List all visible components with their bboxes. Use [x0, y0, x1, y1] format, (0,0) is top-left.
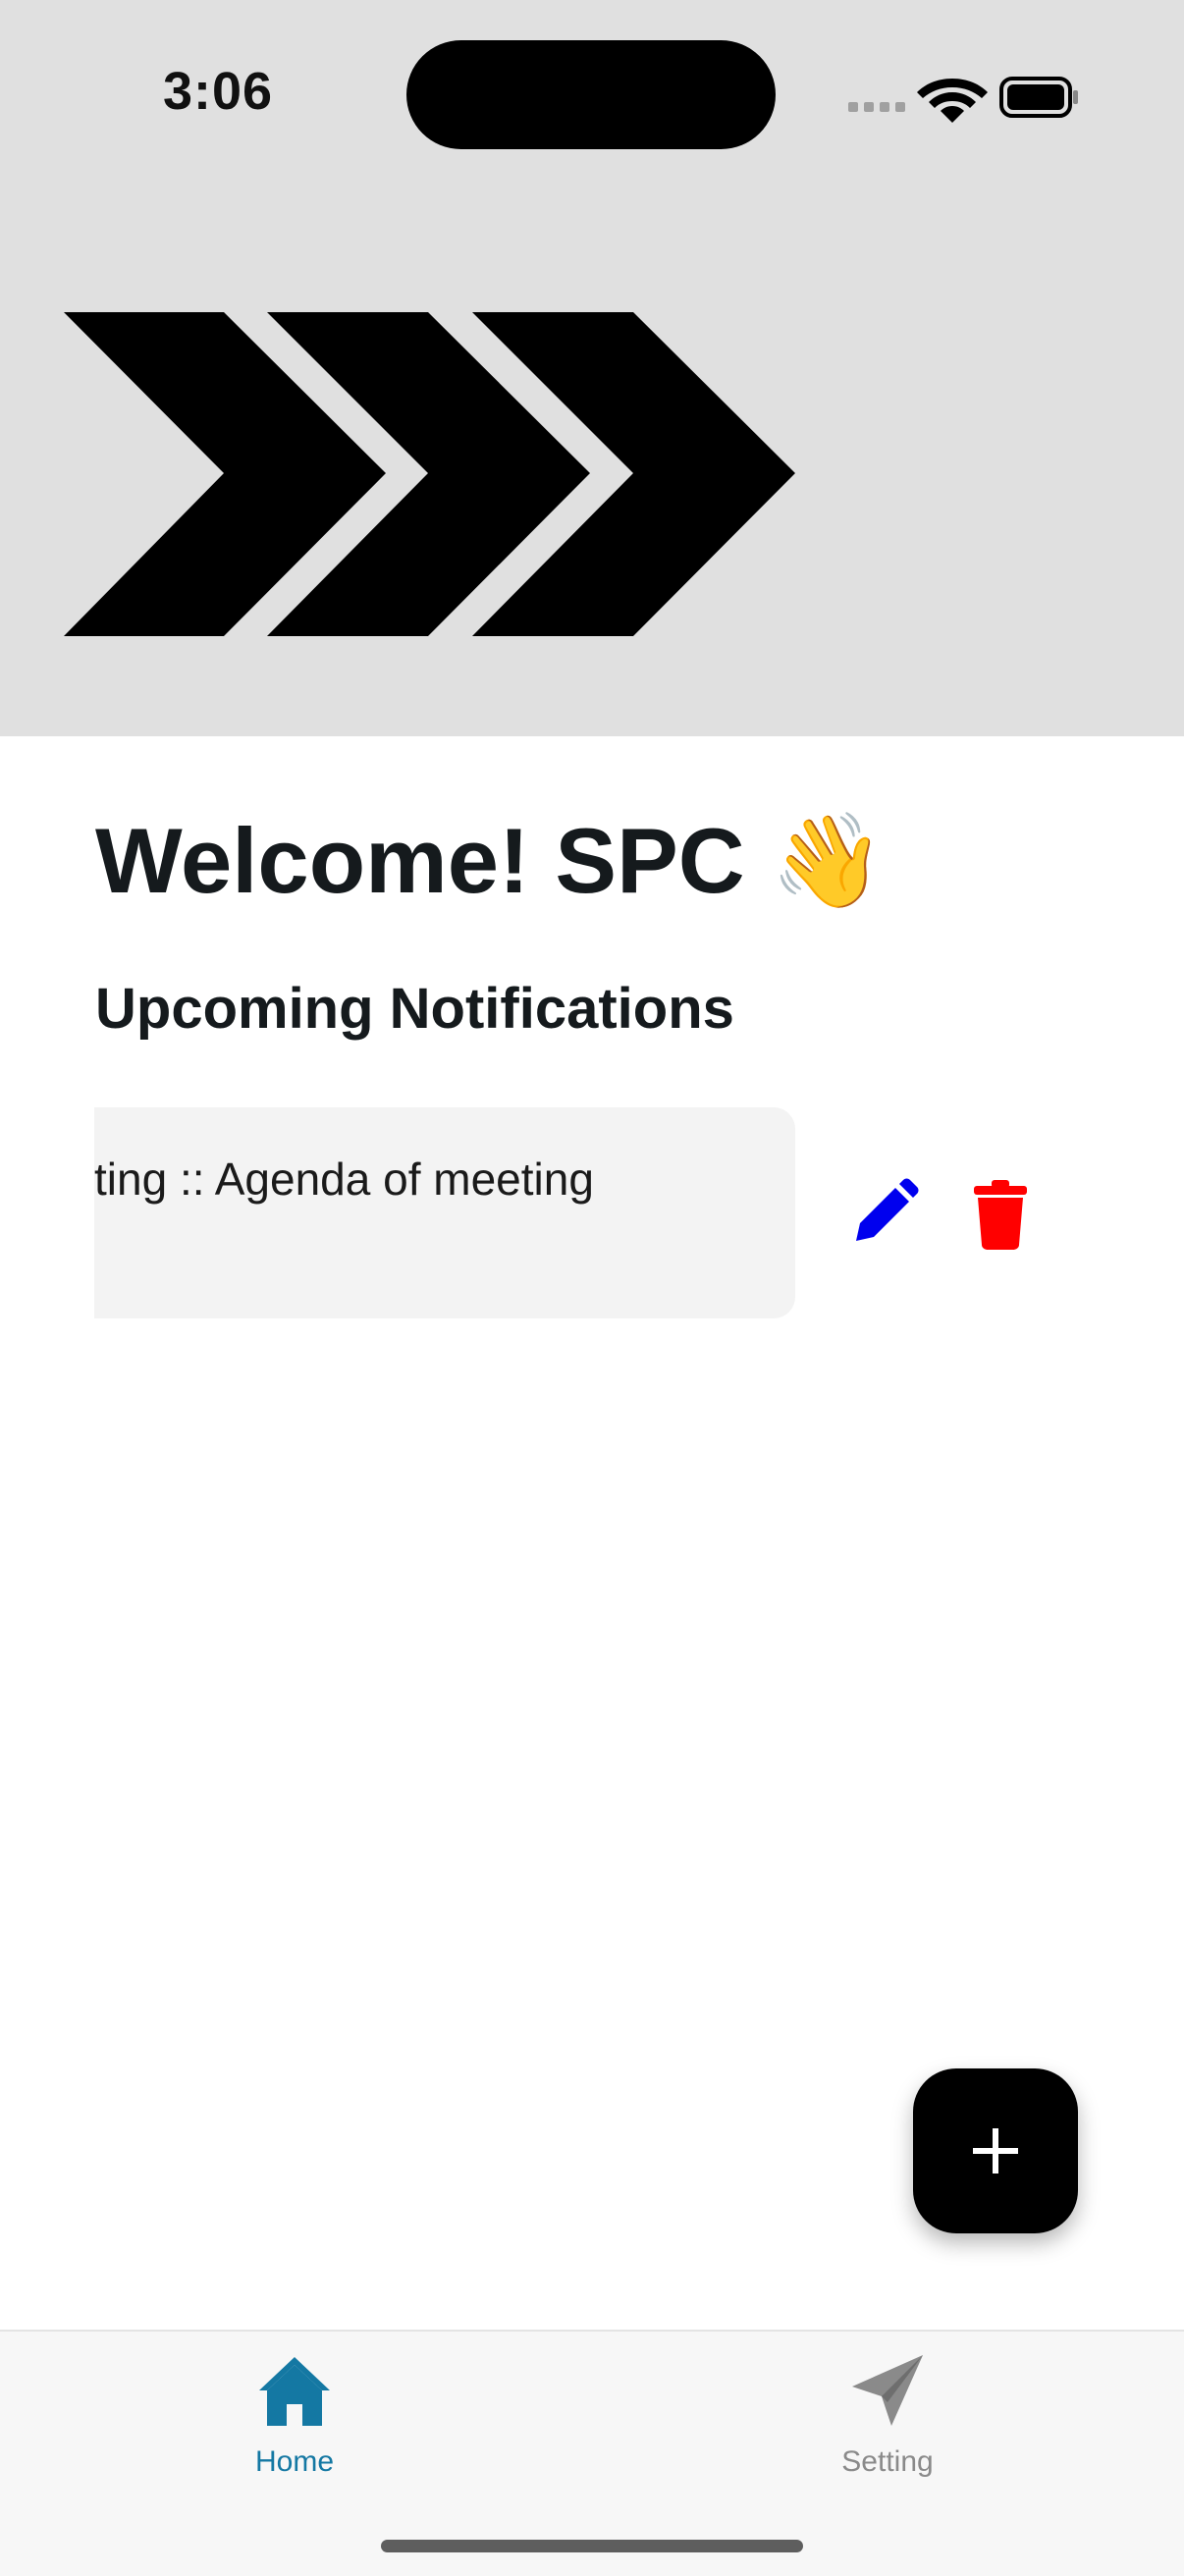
- add-notification-button[interactable]: [913, 2068, 1078, 2233]
- home-indicator: [381, 2540, 803, 2552]
- dynamic-island: [406, 40, 776, 149]
- wifi-icon: [917, 79, 988, 123]
- delete-button[interactable]: [972, 1178, 1029, 1251]
- status-icons: [848, 77, 1078, 123]
- battery-icon: [999, 77, 1078, 118]
- edit-button[interactable]: [846, 1176, 921, 1251]
- tab-home[interactable]: Home: [147, 2351, 442, 2498]
- status-time: 3:06: [163, 62, 274, 121]
- chevrons-logo: [64, 312, 795, 636]
- trash-icon: [974, 1180, 1027, 1250]
- tab-setting-label: Setting: [841, 2445, 934, 2478]
- welcome-title: Welcome! SPC 👋: [95, 809, 886, 912]
- paper-plane-icon: [852, 2355, 923, 2426]
- notification-text: ting :: Agenda of meeting: [94, 1154, 594, 1205]
- tab-setting[interactable]: Setting: [740, 2351, 1035, 2498]
- plus-icon: [973, 2128, 1018, 2174]
- pencil-icon: [856, 1178, 919, 1241]
- section-title: Upcoming Notifications: [95, 977, 734, 1041]
- cellular-signal-icon: [848, 102, 905, 112]
- notification-card[interactable]: ting :: Agenda of meeting: [94, 1107, 795, 1318]
- header-banner: 3:06: [0, 0, 1184, 736]
- house-icon: [259, 2357, 330, 2426]
- tab-home-label: Home: [254, 2445, 335, 2478]
